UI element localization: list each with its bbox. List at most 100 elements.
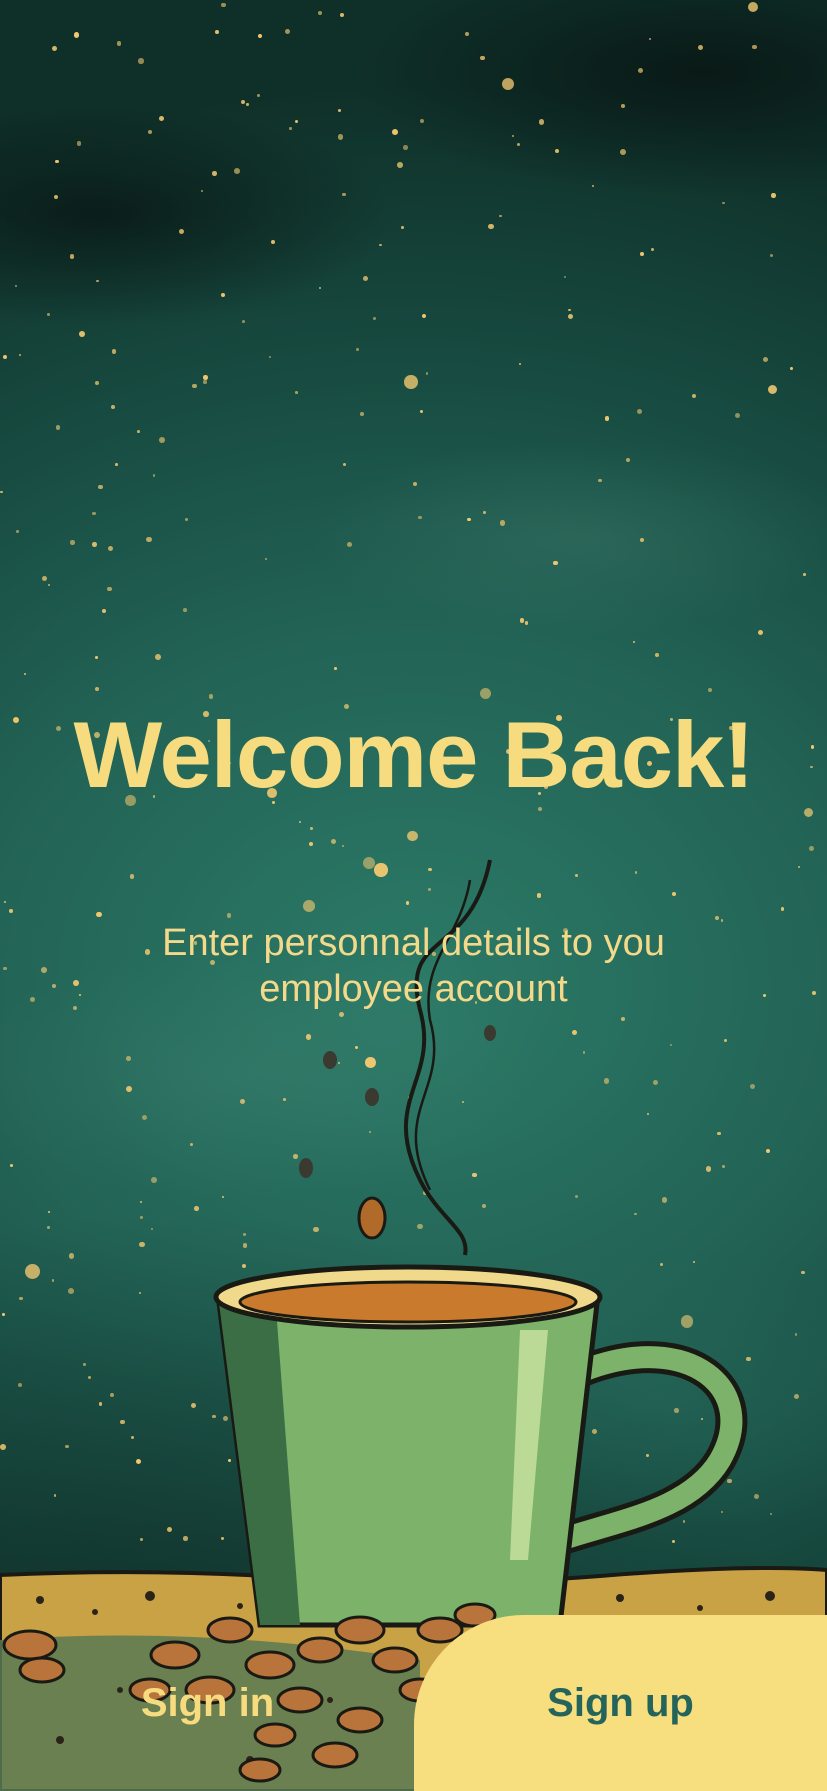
star-dot [201, 190, 204, 193]
star-dot [146, 536, 152, 543]
star-dot [208, 694, 214, 699]
star-dot [98, 484, 103, 490]
star-dot [214, 29, 219, 34]
star-dot [55, 159, 59, 164]
star-dot [51, 45, 58, 52]
star-dot [203, 380, 207, 384]
star-dot [516, 142, 521, 147]
star-dot [138, 58, 144, 64]
star-dot [318, 286, 322, 290]
star-dot [270, 239, 276, 244]
star-dot [488, 223, 495, 230]
star-dot [499, 214, 502, 217]
star-dot [554, 148, 560, 153]
star-dot [234, 168, 241, 174]
star-dot [355, 348, 359, 351]
star-dot [95, 656, 98, 659]
star-dot [752, 44, 757, 50]
star-dot [402, 145, 408, 150]
star-dot [640, 538, 645, 543]
star-dot [758, 629, 764, 635]
star-dot [790, 366, 793, 370]
star-dot [54, 194, 59, 199]
star-dot [620, 149, 626, 156]
star-dot [96, 279, 99, 283]
sign-in-button[interactable]: Sign in [0, 1615, 415, 1791]
star-dot [91, 542, 97, 547]
star-dot [480, 688, 492, 700]
star-dot [114, 463, 118, 466]
star-dot [178, 228, 184, 234]
star-dot [159, 115, 165, 122]
star-dot [598, 478, 602, 483]
star-dot [289, 127, 292, 130]
star-dot [298, 821, 301, 824]
star-dot [480, 56, 485, 61]
star-dot [649, 38, 652, 41]
star-dot [342, 192, 346, 197]
sign-up-button[interactable]: Sign up [414, 1615, 827, 1791]
star-dot [524, 621, 529, 625]
star-dot [421, 313, 426, 318]
star-dot [309, 827, 313, 831]
star-dot [519, 618, 525, 624]
star-dot [73, 32, 79, 38]
star-dot [155, 654, 161, 660]
star-dot [553, 560, 558, 566]
star-dot [767, 385, 778, 395]
star-dot [116, 41, 122, 46]
star-dot [347, 542, 352, 548]
star-dot [137, 429, 140, 433]
star-dot [24, 672, 27, 675]
star-dot [14, 284, 17, 287]
star-dot [418, 515, 422, 520]
star-dot [94, 686, 99, 691]
star-dot [42, 575, 48, 581]
star-dot [637, 67, 644, 73]
star-dot [343, 463, 347, 467]
star-dot [246, 103, 249, 106]
star-dot [101, 608, 106, 614]
star-dot [568, 309, 571, 312]
star-dot [697, 45, 703, 51]
star-dot [79, 331, 85, 337]
star-dot [639, 252, 644, 257]
star-dot [747, 1, 758, 12]
star-dot [55, 425, 61, 430]
star-dot [708, 688, 713, 693]
star-dot [240, 100, 245, 105]
star-dot [360, 411, 365, 416]
star-dot [110, 404, 115, 410]
star-dot [404, 375, 418, 389]
star-dot [501, 78, 515, 91]
star-dot [318, 11, 323, 15]
star-dot [563, 275, 566, 279]
star-dot [2, 354, 8, 360]
star-dot [539, 119, 545, 125]
star-dot [184, 517, 189, 522]
star-dot [258, 33, 263, 38]
star-dot [294, 120, 298, 124]
star-dot [467, 517, 471, 522]
star-dot [401, 225, 405, 229]
star-dot [340, 13, 344, 18]
star-dot [69, 254, 74, 259]
star-dot [295, 390, 299, 394]
star-dot [265, 557, 268, 560]
star-dot [203, 375, 208, 380]
star-dot [372, 316, 376, 320]
star-dot [16, 530, 20, 534]
star-dot [518, 362, 521, 365]
star-dot [152, 474, 156, 477]
star-dot [625, 458, 630, 463]
star-dot [483, 511, 486, 514]
star-dot [268, 355, 272, 359]
star-dot [221, 293, 226, 298]
star-dot [802, 572, 806, 576]
star-dot [77, 141, 82, 146]
star-dot [499, 520, 506, 527]
star-dot [337, 134, 344, 140]
star-dot [362, 275, 369, 282]
star-dot [464, 31, 469, 37]
star-dot [770, 253, 774, 257]
